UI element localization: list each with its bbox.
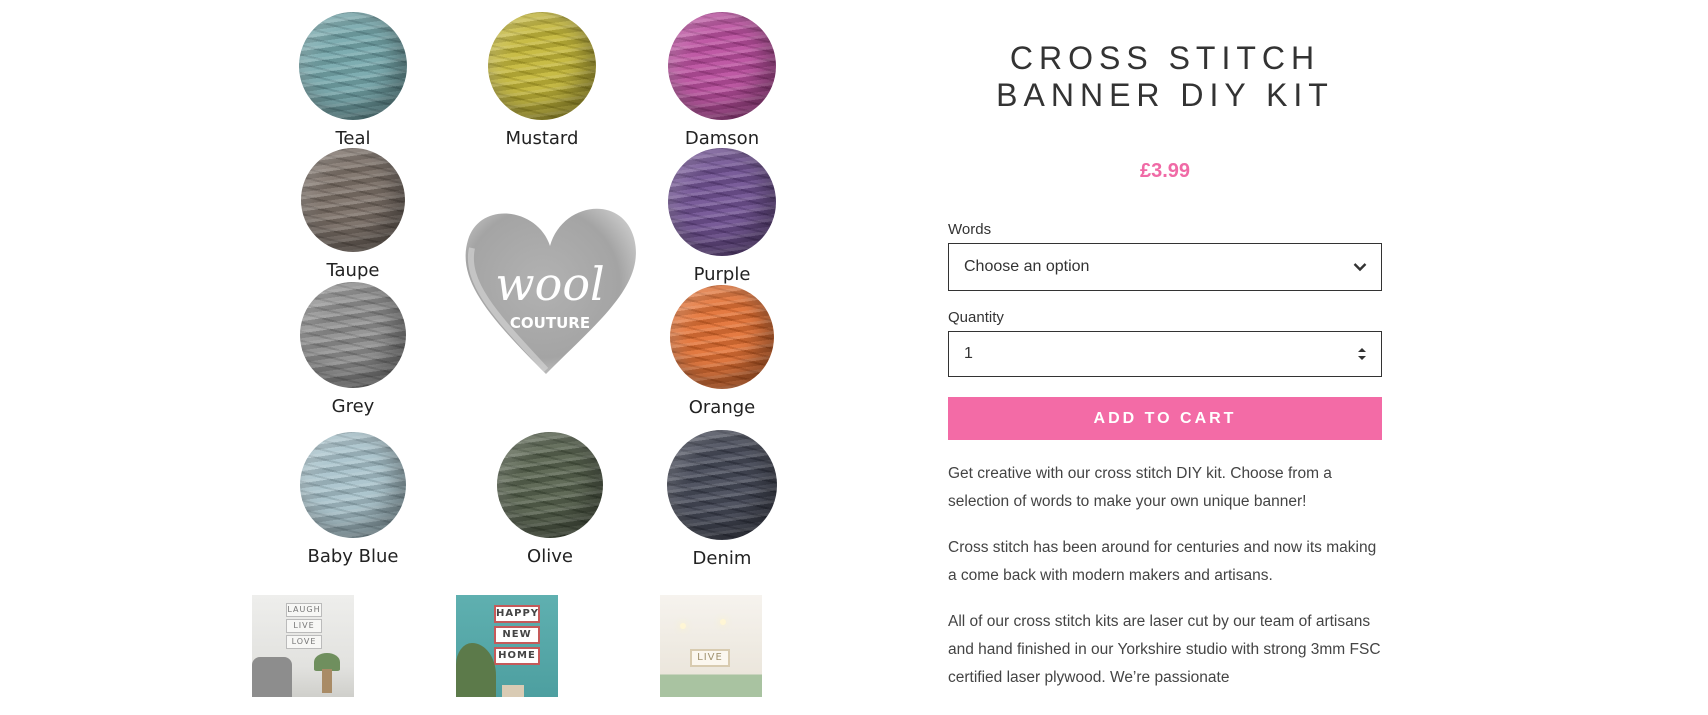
sign-word: LAUGH xyxy=(286,603,322,617)
sign-word: NEW xyxy=(494,626,540,644)
swatch-orange: Orange xyxy=(632,285,812,418)
swatch-grey: Grey xyxy=(263,282,443,417)
swatch-ball xyxy=(668,148,776,256)
wool-couture-logo: wool COUTURE xyxy=(450,188,650,388)
add-to-cart-button[interactable]: ADD TO CART xyxy=(948,397,1382,440)
product-main-image[interactable]: Teal Mustard Damson Taupe Purple Grey Or… xyxy=(250,0,810,580)
description-paragraph: Cross stitch has been around for centuri… xyxy=(948,539,1377,584)
swatch-denim: Denim xyxy=(632,430,812,569)
words-select[interactable]: Choose an option xyxy=(948,243,1382,291)
swatch-olive: Olive xyxy=(460,432,640,567)
swatch-ball xyxy=(488,12,596,120)
logo-couture-text: COUTURE xyxy=(510,314,590,332)
thumbnail-sign: LAUGH LIVE LOVE xyxy=(286,603,322,651)
thumbnail-live[interactable]: LIVE xyxy=(660,595,762,697)
swatch-ball xyxy=(300,432,406,538)
description-paragraph: All of our cross stitch kits are laser c… xyxy=(948,613,1381,686)
swatch-label: Mustard xyxy=(505,128,579,149)
logo-script-text: wool xyxy=(495,257,604,311)
product-title-line: CROSS STITCH xyxy=(1009,40,1321,76)
sign-word: HAPPY xyxy=(494,605,540,623)
sign-word: HOME xyxy=(494,647,540,665)
words-label: Words xyxy=(948,221,992,238)
swatch-label: Orange xyxy=(688,397,756,418)
heart-icon: wool COUTURE xyxy=(465,208,636,374)
swatch-label: Purple xyxy=(693,264,751,285)
product-description: Get creative with our cross stitch DIY k… xyxy=(948,460,1382,692)
swatch-ball xyxy=(301,148,405,252)
swatch-label: Teal xyxy=(335,128,371,149)
swatch-label: Denim xyxy=(692,548,752,569)
stepper-arrows-icon[interactable] xyxy=(1357,347,1367,361)
swatch-ball xyxy=(300,282,406,388)
quantity-label: Quantity xyxy=(948,309,1004,326)
chevron-down-icon xyxy=(1353,262,1367,272)
words-select-value: Choose an option xyxy=(964,258,1090,275)
description-paragraph: Get creative with our cross stitch DIY k… xyxy=(948,465,1332,510)
swatch-purple: Purple xyxy=(632,148,812,285)
swatch-baby-blue: Baby Blue xyxy=(263,432,443,567)
sign-word: LOVE xyxy=(286,635,322,649)
swatch-label: Baby Blue xyxy=(307,546,399,567)
swatch-damson: Damson xyxy=(632,12,812,149)
swatch-teal: Teal xyxy=(263,12,443,149)
swatch-ball xyxy=(497,432,603,538)
sign-word: LIVE xyxy=(690,649,730,667)
swatch-label: Damson xyxy=(684,128,760,149)
product-title: CROSS STITCH BANNER DIY KIT xyxy=(948,40,1382,114)
swatch-label: Grey xyxy=(331,396,375,417)
swatch-taupe: Taupe xyxy=(263,148,443,281)
swatch-ball xyxy=(668,12,776,120)
swatch-mustard: Mustard xyxy=(452,12,632,149)
sign-word: LIVE xyxy=(286,619,322,633)
thumbnail-happy-new-home[interactable]: HAPPY NEW HOME xyxy=(456,595,558,697)
thumbnail-laugh-live-love[interactable]: LAUGH LIVE LOVE xyxy=(252,595,354,697)
swatch-label: Olive xyxy=(527,546,573,567)
product-price: £3.99 xyxy=(1139,160,1191,182)
quantity-stepper[interactable]: 1 xyxy=(948,331,1382,377)
thumbnail-sign: LIVE xyxy=(690,649,730,667)
swatch-ball xyxy=(299,12,407,120)
thumbnail-sign: HAPPY NEW HOME xyxy=(494,605,540,668)
product-info-panel: CROSS STITCH BANNER DIY KIT £3.99 Words … xyxy=(948,0,1382,710)
swatch-ball xyxy=(670,285,774,389)
quantity-value: 1 xyxy=(964,345,973,362)
product-title-line: BANNER DIY KIT xyxy=(996,77,1334,113)
swatch-label: Taupe xyxy=(326,260,380,281)
swatch-ball xyxy=(667,430,777,540)
